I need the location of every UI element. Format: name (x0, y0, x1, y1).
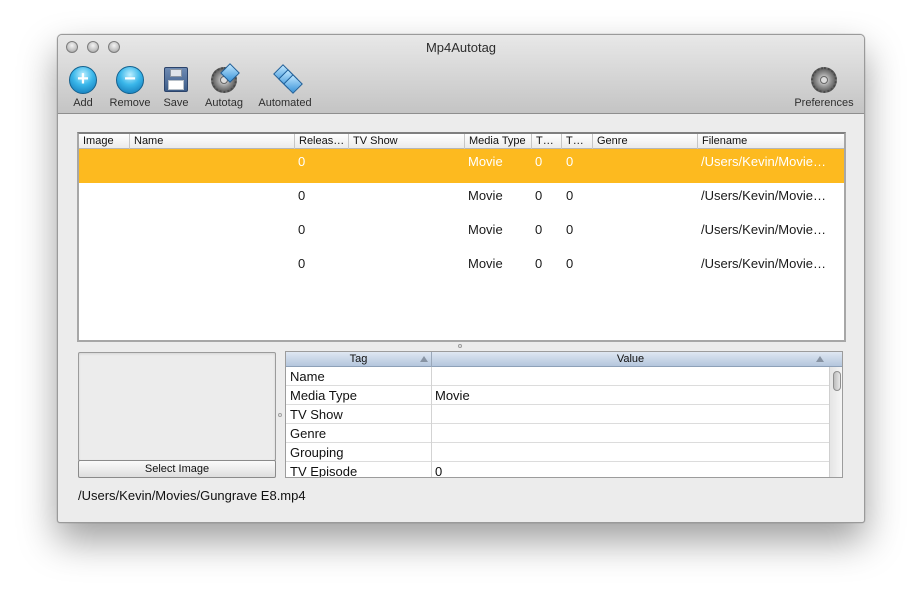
tag-key: TV Show (290, 407, 343, 422)
tag-table-scrollbar[interactable] (829, 367, 842, 477)
save-button[interactable]: Save (161, 65, 191, 109)
cell-t1: 0 (535, 188, 543, 203)
add-label: Add (73, 97, 93, 109)
cell-release: 0 (298, 222, 306, 237)
cell-release: 0 (298, 256, 306, 271)
gear-icon (809, 65, 839, 95)
column-header-genre[interactable]: Genre (592, 134, 697, 149)
cell-divider (431, 367, 432, 386)
automated-label: Automated (258, 97, 312, 109)
tag-table-header: Tag Value (286, 352, 842, 367)
automated-button[interactable]: Automated (255, 64, 315, 109)
column-header-image[interactable]: Image (79, 134, 129, 149)
tag-row[interactable]: TV Show (286, 405, 829, 424)
save-label: Save (163, 97, 189, 109)
cell-media-type: Movie (468, 188, 503, 203)
cell-media-type: Movie (468, 222, 503, 237)
cell-divider (431, 443, 432, 462)
tag-key: Media Type (290, 388, 357, 403)
tag-row[interactable]: TV Episode 0 (286, 462, 829, 478)
column-header-name[interactable]: Name (129, 134, 294, 149)
tag-row[interactable]: Genre (286, 424, 829, 443)
remove-label: Remove (109, 97, 151, 109)
column-header-release[interactable]: Releas… (294, 134, 348, 149)
artwork-preview (78, 352, 276, 461)
scrollbar-thumb[interactable] (833, 371, 841, 391)
tag-key: Grouping (290, 445, 344, 460)
remove-icon: − (115, 65, 145, 95)
files-table[interactable]: Image Name Releas… TV Show Media Type T…… (77, 132, 846, 342)
cell-t1: 0 (535, 154, 543, 169)
tag-table[interactable]: Tag Value Name Media Type Movie TV Show … (285, 351, 843, 478)
files-table-header: Image Name Releas… TV Show Media Type T…… (79, 134, 844, 149)
cell-t2: 0 (566, 256, 574, 271)
cell-t1: 0 (535, 256, 543, 271)
tag-key: TV Episode (290, 464, 358, 478)
add-icon: + (68, 65, 98, 95)
column-header-tag[interactable]: Tag (286, 352, 431, 367)
split-pane-handle[interactable] (458, 344, 462, 348)
autotag-button[interactable]: Autotag (201, 63, 247, 109)
tag-row[interactable]: Grouping (286, 443, 829, 462)
status-file-path: /Users/Kevin/Movies/Gungrave E8.mp4 (78, 488, 306, 503)
column-header-t2[interactable]: T… (561, 134, 592, 149)
cell-media-type: Movie (468, 256, 503, 271)
cell-t1: 0 (535, 222, 543, 237)
preferences-label: Preferences (794, 97, 854, 109)
cell-filename: /Users/Kevin/Movie… (701, 222, 826, 237)
cell-t2: 0 (566, 188, 574, 203)
automated-icon (270, 64, 303, 95)
cell-release: 0 (298, 188, 306, 203)
tag-key: Genre (290, 426, 327, 441)
tag-value[interactable]: Movie (435, 388, 470, 403)
preferences-button[interactable]: Preferences (792, 65, 856, 109)
sort-ascending-icon (816, 356, 824, 362)
table-row[interactable]: 0 Movie 0 0 /Users/Kevin/Movie… (79, 149, 844, 183)
cell-divider (431, 386, 432, 405)
floppy-disk-icon (161, 65, 191, 95)
cell-divider (431, 424, 432, 443)
column-header-media-type[interactable]: Media Type (464, 134, 531, 149)
cell-divider (431, 405, 432, 424)
column-header-filename[interactable]: Filename (697, 134, 844, 149)
column-header-tv-show[interactable]: TV Show (348, 134, 464, 149)
sort-ascending-icon (420, 356, 428, 362)
autotag-gear-icon (209, 63, 240, 95)
table-row[interactable]: 0 Movie 0 0 /Users/Kevin/Movie… (79, 251, 844, 285)
cell-t2: 0 (566, 154, 574, 169)
cell-filename: /Users/Kevin/Movie… (701, 154, 826, 169)
window-title: Mp4Autotag (425, 40, 497, 55)
table-row[interactable]: 0 Movie 0 0 /Users/Kevin/Movie… (79, 217, 844, 251)
tag-row[interactable]: Name (286, 367, 829, 386)
app-window: Mp4Autotag + Add − Remove Save Autotag A… (57, 34, 865, 523)
add-button[interactable]: + Add (66, 65, 100, 109)
table-row[interactable]: 0 Movie 0 0 /Users/Kevin/Movie… (79, 183, 844, 217)
autotag-label: Autotag (205, 97, 243, 109)
tag-row[interactable]: Media Type Movie (286, 386, 829, 405)
tag-value[interactable]: 0 (435, 464, 442, 477)
titlebar-toolbar: Mp4Autotag + Add − Remove Save Autotag A… (58, 35, 864, 114)
cell-media-type: Movie (468, 154, 503, 169)
cell-release: 0 (298, 154, 306, 169)
column-header-value[interactable]: Value (432, 352, 829, 367)
vertical-split-handle[interactable] (278, 413, 282, 417)
cell-filename: /Users/Kevin/Movie… (701, 188, 826, 203)
tag-key: Name (290, 369, 325, 384)
remove-button[interactable]: − Remove (107, 65, 153, 109)
select-image-button[interactable]: Select Image (78, 460, 276, 478)
cell-t2: 0 (566, 222, 574, 237)
column-header-t1[interactable]: T… (531, 134, 561, 149)
cell-divider (431, 462, 432, 477)
cell-filename: /Users/Kevin/Movie… (701, 256, 826, 271)
